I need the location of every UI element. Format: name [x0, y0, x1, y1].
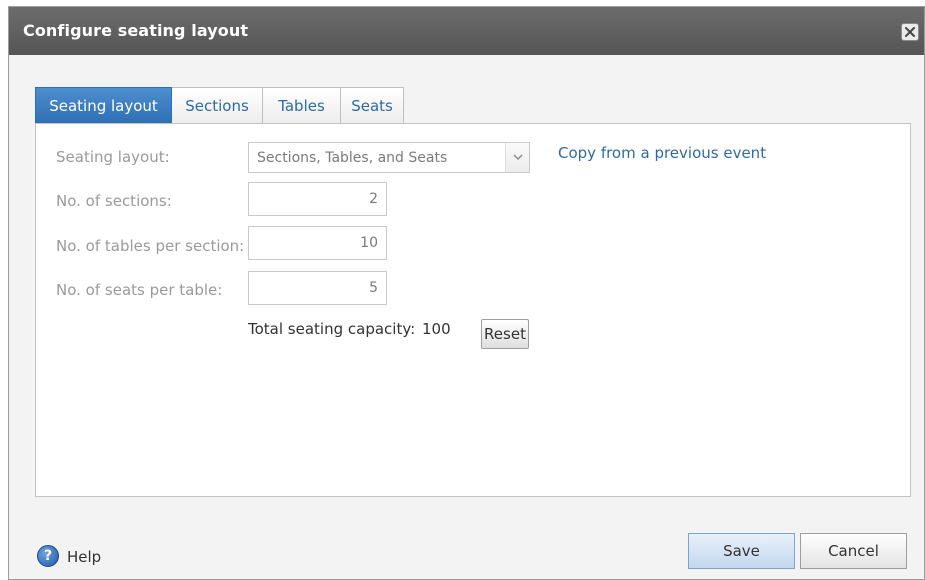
dialog-titlebar: Configure seating layout [9, 7, 924, 55]
save-button[interactable]: Save [688, 533, 795, 569]
seating-layout-panel: Seating layout: Sections, Tables, and Se… [35, 123, 911, 497]
total-capacity-label: Total seating capacity: [248, 320, 416, 338]
help-icon[interactable]: ? [37, 545, 59, 567]
dropdown-arrow[interactable] [505, 143, 529, 172]
seating-layout-select-value: Sections, Tables, and Seats [257, 150, 448, 166]
total-capacity-value: 100 [422, 320, 451, 338]
tab-seats[interactable]: Seats [341, 87, 404, 123]
reset-button[interactable]: Reset [481, 319, 529, 349]
tables-per-section-label: No. of tables per section: [56, 237, 245, 255]
tab-bar: Seating layout Sections Tables Seats [35, 87, 404, 123]
seats-per-table-input[interactable]: 5 [248, 271, 387, 305]
close-icon [905, 27, 915, 37]
tab-sections[interactable]: Sections [172, 87, 263, 123]
cancel-button[interactable]: Cancel [800, 533, 907, 569]
close-button[interactable] [901, 23, 919, 41]
seats-per-table-label: No. of seats per table: [56, 281, 223, 299]
copy-from-previous-event-link[interactable]: Copy from a previous event [558, 144, 766, 162]
dialog-title: Configure seating layout [23, 21, 249, 40]
tab-seating-layout[interactable]: Seating layout [35, 87, 172, 123]
configure-seating-layout-dialog: Configure seating layout Seating layout … [8, 6, 925, 580]
tab-tables[interactable]: Tables [263, 87, 341, 123]
sections-input[interactable]: 2 [248, 182, 387, 216]
chevron-down-icon [512, 154, 523, 161]
sections-label: No. of sections: [56, 192, 172, 210]
tables-per-section-input[interactable]: 10 [248, 226, 387, 260]
help-link[interactable]: Help [67, 548, 101, 566]
seating-layout-select[interactable]: Sections, Tables, and Seats [248, 142, 530, 173]
seating-layout-label: Seating layout: [56, 148, 170, 166]
